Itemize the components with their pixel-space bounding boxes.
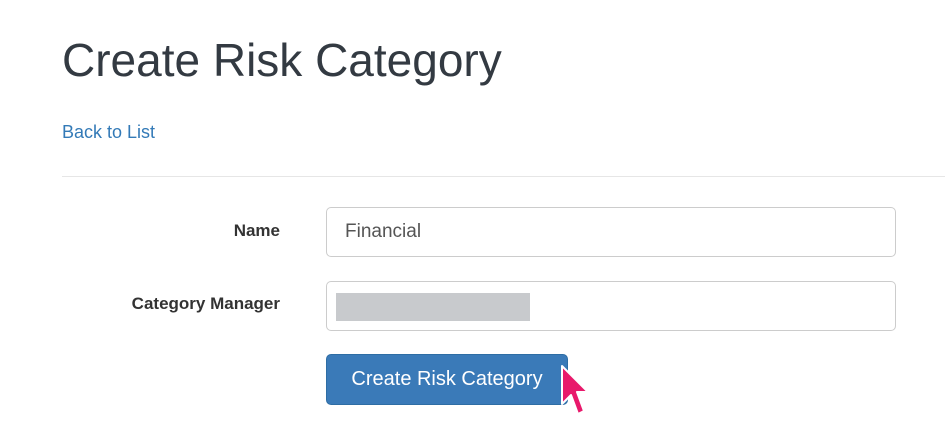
- page-title: Create Risk Category: [62, 34, 502, 86]
- header-divider: [62, 176, 945, 177]
- name-input[interactable]: [326, 207, 896, 257]
- redacted-value: [336, 293, 530, 321]
- pointer-arrow-icon: [561, 365, 589, 415]
- create-risk-category-page: Create Risk Category Back to List Name C…: [0, 0, 945, 426]
- name-label: Name: [233, 221, 280, 240]
- category-manager-label: Category Manager: [131, 294, 280, 313]
- create-risk-category-button[interactable]: Create Risk Category: [326, 354, 568, 405]
- category-manager-field[interactable]: [326, 281, 896, 331]
- back-to-list-link[interactable]: Back to List: [62, 121, 155, 143]
